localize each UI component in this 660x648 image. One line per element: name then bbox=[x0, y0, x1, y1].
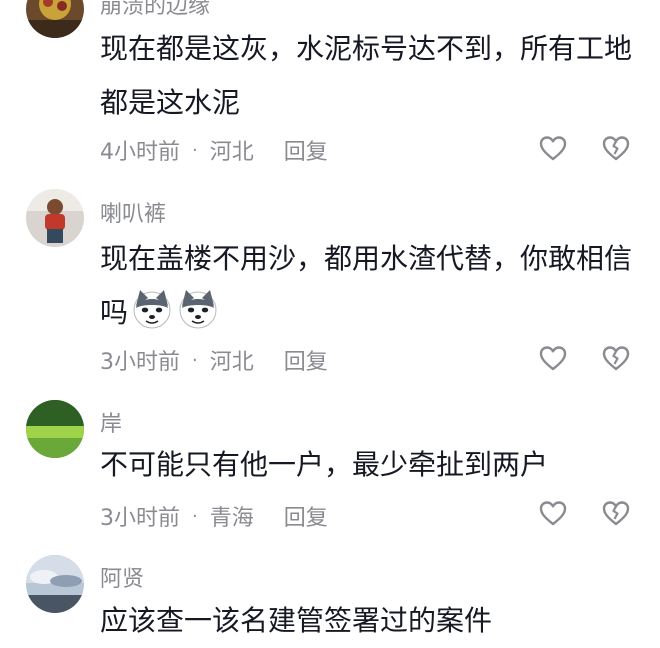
avatar[interactable] bbox=[26, 555, 84, 613]
comment-time: 3小时前 bbox=[100, 506, 180, 531]
heart-outline-icon[interactable] bbox=[538, 498, 568, 528]
comment-text: 应该查一该名建管签署过的案件 bbox=[100, 604, 493, 637]
comment-time: 4小时前 bbox=[100, 140, 180, 165]
broken-heart-outline-icon[interactable] bbox=[601, 343, 631, 373]
heart-outline-icon[interactable] bbox=[538, 343, 568, 373]
reply-button[interactable]: 回复 bbox=[284, 500, 328, 532]
reply-button[interactable]: 回复 bbox=[284, 134, 328, 166]
reply-button[interactable]: 回复 bbox=[284, 344, 328, 376]
username[interactable]: 喇叭裤 bbox=[100, 196, 166, 228]
doge-emoji bbox=[133, 290, 171, 329]
doge-emoji bbox=[179, 290, 217, 329]
broken-heart-outline-icon[interactable] bbox=[601, 498, 631, 528]
meta-separator: · bbox=[192, 349, 198, 371]
meta-separator: · bbox=[192, 139, 198, 161]
comment-text: 现在都是这灰，水泥标号达不到，所有工地都是这水泥 bbox=[100, 32, 633, 119]
comment-meta: 3小时前 · 河北 回复 bbox=[100, 344, 328, 376]
username[interactable]: 崩溃的边缘 bbox=[100, 0, 210, 20]
comment-location: 河北 bbox=[209, 350, 254, 375]
username[interactable]: 岸 bbox=[100, 406, 122, 438]
comment-location: 青海 bbox=[209, 506, 254, 531]
comment-location: 河北 bbox=[209, 140, 254, 165]
comment-meta: 4小时前 · 河北 回复 bbox=[100, 134, 328, 166]
comment-text: 不可能只有他一户，最少牵扯到两户 bbox=[100, 448, 549, 481]
comment-time: 3小时前 bbox=[100, 350, 180, 375]
comment-meta: 3小时前 · 青海 回复 bbox=[100, 500, 328, 532]
meta-separator: · bbox=[192, 505, 198, 527]
broken-heart-outline-icon[interactable] bbox=[601, 133, 631, 163]
avatar[interactable] bbox=[26, 0, 84, 38]
heart-outline-icon[interactable] bbox=[538, 133, 568, 163]
avatar[interactable] bbox=[26, 189, 84, 247]
avatar[interactable] bbox=[26, 400, 84, 458]
comment-text: 现在盖楼不用沙，都用水渣代替，你敢相信吗 bbox=[100, 232, 640, 340]
username[interactable]: 阿贤 bbox=[100, 561, 144, 593]
